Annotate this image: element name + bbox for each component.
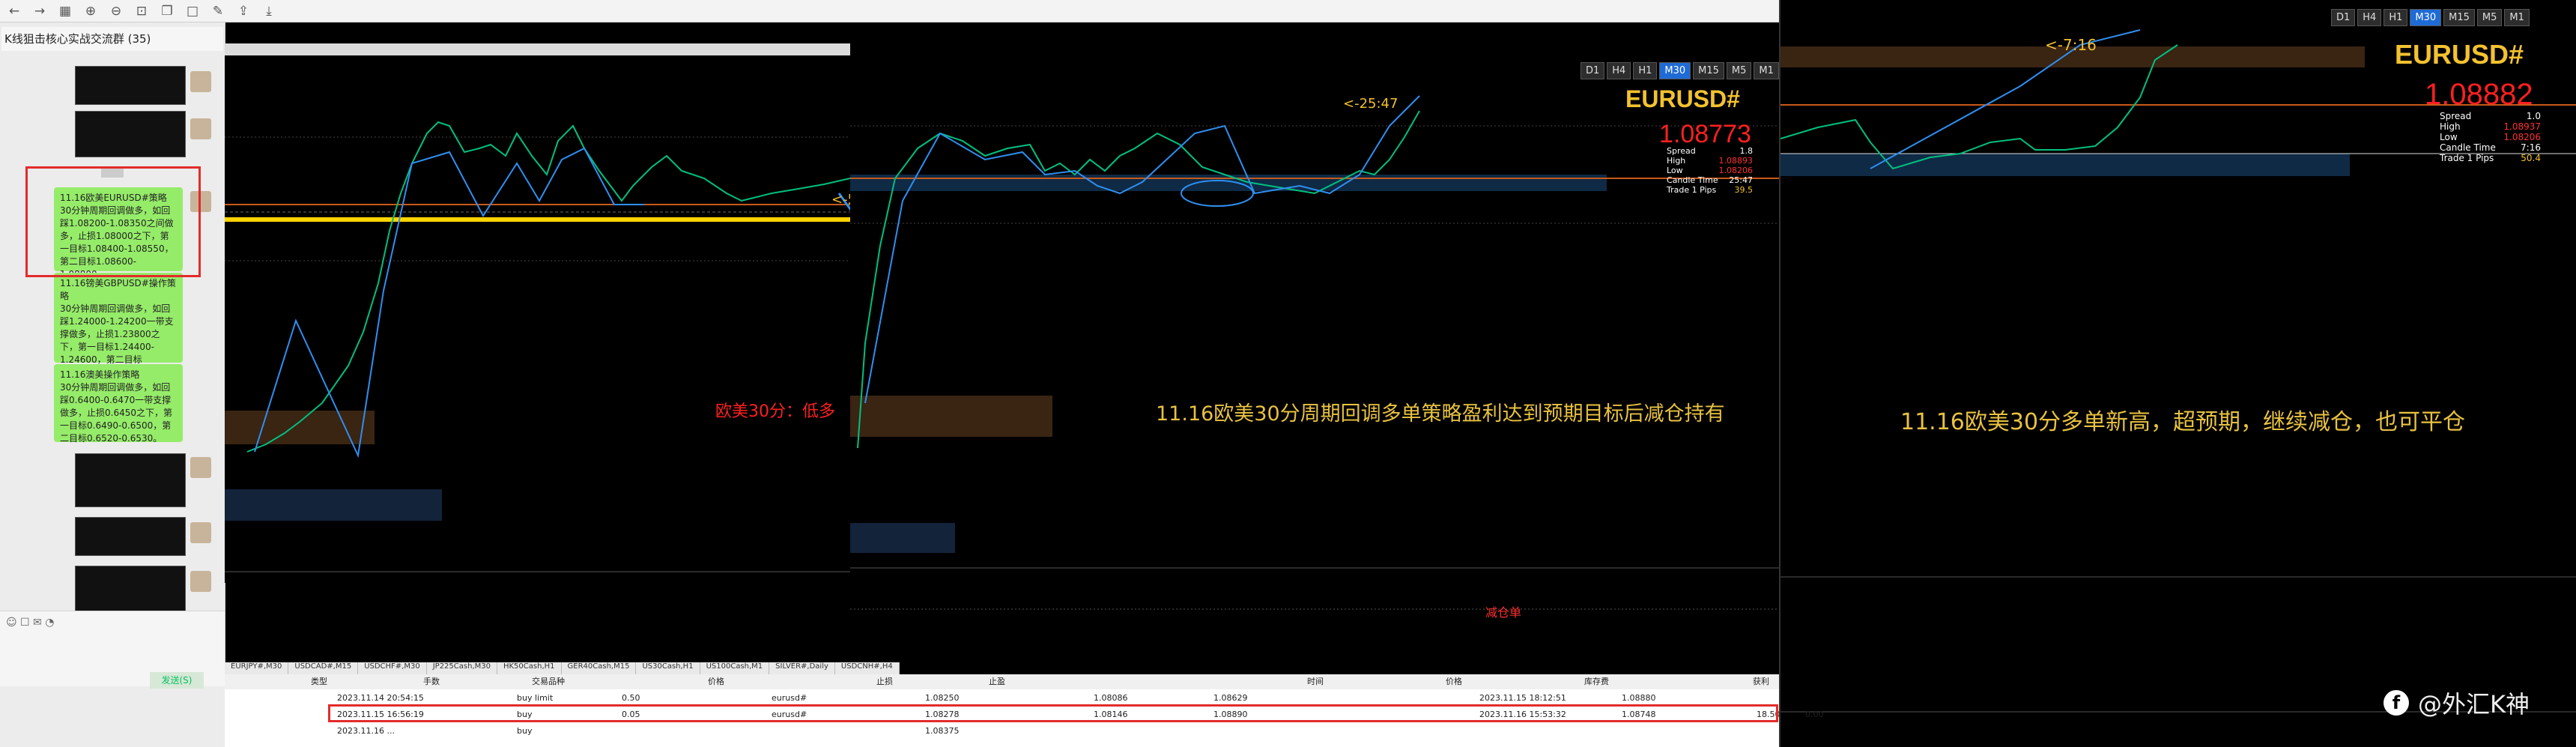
tab[interactable]: USDCNH#,H4 — [835, 662, 900, 674]
tab[interactable]: USDCHF#,M30 — [358, 662, 427, 674]
price-label: 1.08773 — [1659, 120, 1751, 148]
tf-m15[interactable]: M15 — [1693, 62, 1724, 79]
fit-icon[interactable]: ⊡ — [135, 4, 148, 18]
tab[interactable]: US30Cash,H1 — [636, 662, 700, 674]
chart-annotation: 11.16欧美30分周期回调多单策略盈利达到预期目标后减仓持有 — [1156, 402, 1725, 426]
countdown-label: <-7:16 — [2045, 36, 2097, 54]
chart-window-2[interactable]: D1 H4 H1 M30 M15 M5 M1 EURUSD# 1.08773 <… — [850, 43, 1779, 658]
chart-window-3[interactable]: D1 H4 H1 M30 M15 M5 M1 EURUSD# 1.08882 <… — [1779, 0, 2576, 747]
back-icon[interactable]: ← — [7, 4, 21, 18]
chart-thumbnail[interactable] — [75, 517, 186, 556]
chart-annotation: 11.16欧美30分多单新高，超预期，继续减仓，也可平仓 — [1900, 409, 2466, 435]
tf-d1[interactable]: D1 — [2331, 9, 2356, 26]
timeframe-bar: D1 H4 H1 M30 M15 M5 M1 — [1581, 62, 1779, 79]
chart-2-plot — [850, 95, 1779, 610]
tab[interactable]: USDCAD#,M15 — [288, 662, 359, 674]
tf-h1[interactable]: H1 — [2383, 9, 2408, 26]
send-button[interactable]: 发送(S) — [150, 672, 204, 689]
reduce-label: 减仓单 — [1485, 605, 1522, 620]
share-icon[interactable]: ⇪ — [237, 4, 250, 18]
avatar[interactable] — [190, 457, 211, 478]
tf-m30[interactable]: M30 — [2410, 9, 2442, 26]
tf-d1[interactable]: D1 — [1581, 62, 1605, 79]
tf-h1[interactable]: H1 — [1633, 62, 1658, 79]
tab[interactable]: SILVER#,Daily — [769, 662, 835, 674]
symbol-label: EURUSD# — [1625, 85, 1740, 112]
table-row[interactable]: 2023.11.16 ... buy 1.08375 — [225, 724, 1779, 739]
zoom-out-icon[interactable]: ⊖ — [109, 4, 123, 18]
chart-thumbnail[interactable] — [75, 66, 186, 105]
tf-m15[interactable]: M15 — [2443, 9, 2475, 26]
info-panel: Spread 1.8 High 1.08893 Low 1.08206 Candle … — [1667, 146, 1753, 195]
chart-window-1[interactable]: <-5:17 欧美30分：低多 — [225, 43, 850, 583]
zoom-in-icon[interactable]: ⊕ — [84, 4, 97, 18]
tab[interactable]: HK50Cash,H1 — [497, 662, 562, 674]
avatar[interactable] — [190, 571, 211, 592]
timeframe-bar: D1 H4 H1 M30 M15 M5 M1 — [2331, 9, 2530, 26]
tf-m30[interactable]: M30 — [1659, 62, 1691, 79]
copy-icon[interactable]: ❐ — [160, 4, 174, 18]
trade-terminal: 类型 手数 交易品种 价格 止损 止盈 时间 价格 库存费 获利 2023.11… — [225, 674, 1824, 747]
symbol-label: EURUSD# — [2395, 39, 2524, 70]
highlight-row-box — [328, 704, 1778, 722]
avatar[interactable] — [190, 522, 211, 543]
chat-message-gbpusd[interactable]: 11.16镑美GBPUSD#操作策略 30分钟周期回调做多，如回踩1.24000… — [54, 273, 183, 378]
tf-m5[interactable]: M5 — [1726, 62, 1752, 79]
chart-thumbnail[interactable] — [75, 111, 186, 157]
tf-m1[interactable]: M1 — [1754, 62, 1779, 79]
table-row[interactable]: 2023.11.14 20:54:15 buy limit 0.50 eurus… — [225, 691, 1779, 706]
countdown-label: <-25:47 — [1343, 96, 1398, 112]
tab[interactable]: EURJPY#,M30 — [225, 662, 289, 674]
info-panel: Spread 1.0 High 1.08937 Low 1.08206 Candle … — [2440, 111, 2541, 163]
arrow-label: <-5:17 — [831, 192, 850, 208]
avatar[interactable] — [190, 118, 211, 139]
price-label: 1.08882 — [2425, 78, 2533, 111]
chart-thumbnail[interactable] — [75, 566, 186, 612]
forward-icon[interactable]: → — [33, 4, 46, 18]
grid-icon[interactable]: ▦ — [58, 4, 72, 18]
tab[interactable]: GER40Cash,M15 — [562, 662, 637, 674]
tf-m5[interactable]: M5 — [2476, 9, 2503, 26]
chart-thumbnail[interactable] — [75, 453, 186, 507]
table-header: 类型 手数 交易品种 价格 止损 止盈 时间 价格 库存费 获利 — [225, 674, 1779, 689]
watermark: f @外汇K神 — [2383, 686, 2530, 720]
frame-icon[interactable]: □ — [186, 4, 199, 18]
download-icon[interactable]: ⤓ — [262, 4, 276, 18]
window-titlebar[interactable] — [225, 43, 850, 55]
watermark-text: @外汇K神 — [2418, 690, 2530, 719]
chart-annotation: 欧美30分：低多 — [715, 402, 835, 421]
highlight-box — [25, 166, 201, 277]
avatar[interactable] — [190, 71, 211, 92]
emoji-icon[interactable]: ☺ ☐ ✉ ◔ — [6, 617, 54, 629]
tab[interactable]: JP225Cash,M30 — [427, 662, 497, 674]
facebook-icon: f — [2383, 690, 2409, 716]
edit-icon[interactable]: ✎ — [211, 4, 225, 18]
chart-1-plot — [225, 121, 850, 572]
top-toolbar: ← → ▦ ⊕ ⊖ ⊡ ❐ □ ✎ ⇪ ⤓ — [0, 0, 1779, 22]
chat-message-audusd[interactable]: 11.16澳美操作策略 30分钟周期回调做多，如回踩0.6400-0.6470一… — [54, 364, 183, 444]
tf-h4[interactable]: H4 — [2357, 9, 2382, 26]
chat-title: K线狙击核心实战交流群 (35) — [1, 27, 223, 51]
chart-tabs: EURJPY#,M30 USDCAD#,M15 USDCHF#,M30 JP22… — [225, 662, 900, 674]
tf-m1[interactable]: M1 — [2504, 9, 2530, 26]
tf-h4[interactable]: H4 — [1607, 62, 1631, 79]
tab[interactable]: US100Cash,M1 — [700, 662, 770, 674]
